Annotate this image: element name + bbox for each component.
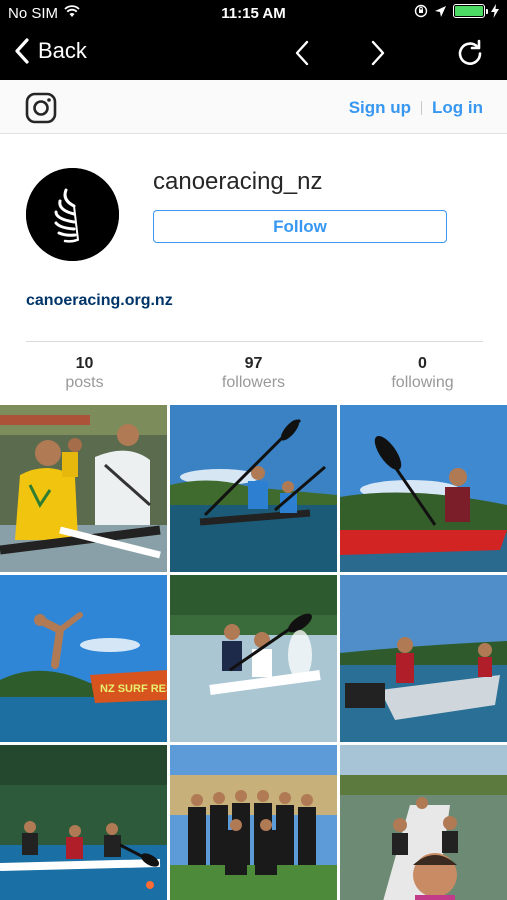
photo-tile-motor-boat[interactable] — [340, 575, 507, 742]
battery-icon — [453, 4, 488, 18]
stat-count: 0 — [418, 355, 427, 372]
back-button[interactable]: Back — [14, 38, 87, 64]
photo-diving-jump: NZ SURF RESCUE — [0, 575, 167, 742]
photo-tile-k2-paddling[interactable] — [170, 405, 337, 572]
stat-label: posts — [65, 374, 104, 391]
stat-count: 97 — [244, 355, 263, 372]
canoe-racing-logo-icon — [26, 168, 119, 261]
stat-count: 10 — [75, 355, 94, 372]
boat-text: NZ SURF RESCUE — [100, 683, 167, 695]
chevron-right-icon — [371, 40, 385, 66]
stat-label: following — [391, 374, 454, 391]
photo-motor-boat — [340, 575, 507, 742]
stat-following[interactable]: 0 following — [338, 355, 507, 395]
photo-team-kayakers — [0, 405, 167, 572]
stat-posts[interactable]: 10 posts — [0, 355, 169, 395]
sign-up-link[interactable]: Sign up — [349, 98, 411, 118]
charging-bolt-icon — [491, 4, 499, 18]
back-label: Back — [38, 38, 87, 63]
divider — [421, 101, 423, 115]
stat-followers[interactable]: 97 followers — [169, 355, 338, 395]
auth-links: Sign up Log in — [349, 98, 483, 118]
photo-tile-red-kayak[interactable] — [340, 405, 507, 572]
reload-icon — [458, 39, 482, 65]
instagram-logo-icon[interactable] — [25, 92, 57, 124]
browser-nav-bar: Back — [0, 26, 507, 80]
previous-page-button[interactable] — [288, 38, 318, 68]
profile-divider — [26, 341, 483, 342]
log-in-link[interactable]: Log in — [432, 98, 483, 118]
photo-k2-splash — [170, 575, 337, 742]
photo-red-kayak — [340, 405, 507, 572]
profile-stats: 10 posts 97 followers 0 following — [0, 355, 507, 395]
reload-button[interactable] — [455, 38, 485, 68]
status-right — [414, 4, 499, 18]
profile-username: canoeracing_nz — [153, 168, 323, 195]
stat-label: followers — [221, 374, 286, 391]
next-page-button[interactable] — [362, 38, 392, 68]
screen: No SIM 11:15 AM Back Sign up Log in cano… — [0, 0, 507, 900]
photo-k2-paddling — [170, 405, 337, 572]
orientation-lock-icon — [414, 4, 428, 18]
photo-tile-team-kayakers[interactable] — [0, 405, 167, 572]
profile-website-link[interactable]: canoeracing.org.nz — [26, 292, 173, 310]
photo-tile-k4-race[interactable] — [0, 745, 167, 900]
follow-button[interactable]: Follow — [153, 210, 447, 243]
photo-tile-selfie[interactable] — [340, 745, 507, 900]
photo-tile-diving-jump[interactable]: NZ SURF RESCUE — [0, 575, 167, 742]
location-arrow-icon — [435, 5, 446, 17]
chevron-left-icon — [15, 38, 29, 64]
photo-tile-team-group[interactable] — [170, 745, 337, 900]
chevron-left-icon — [295, 40, 309, 66]
instagram-header: Sign up Log in — [0, 80, 507, 134]
avatar[interactable] — [26, 168, 119, 261]
photo-k4-race — [0, 745, 167, 900]
status-bar: No SIM 11:15 AM — [0, 0, 507, 26]
photo-tile-k2-splash[interactable] — [170, 575, 337, 742]
photo-team-group — [170, 745, 337, 900]
photo-selfie — [340, 745, 507, 900]
